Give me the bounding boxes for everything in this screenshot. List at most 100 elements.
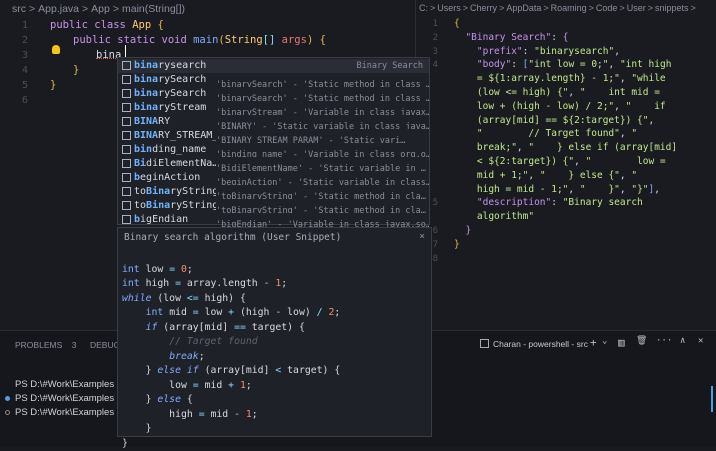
code-token: String <box>225 34 263 46</box>
snippet-line: // Target found <box>118 335 431 350</box>
code-token <box>122 336 169 347</box>
code-line: public static void main(String[] args) { <box>73 33 326 48</box>
new-terminal-button[interactable]: + <box>590 336 597 349</box>
suggestion-label: binaryStream <box>134 101 216 115</box>
terminal-selector[interactable]: Charan - powershell - src <box>480 339 588 349</box>
suggestion-detail: 'toBinaryString' - 'Static method in cla… <box>216 206 426 213</box>
split-terminal-button[interactable]: ▥ <box>618 336 625 349</box>
suggestion-item[interactable]: BidiElementNa…'BidiElementName' - 'Stati… <box>118 157 429 171</box>
code-line: mid + 1;", " } else {", " <box>454 169 637 184</box>
breadcrumb-item[interactable]: Code <box>596 3 618 13</box>
breadcrumb-item[interactable]: Users <box>437 3 461 13</box>
breadcrumb-item[interactable]: main(String[]) <box>122 3 185 15</box>
code-token: - <box>264 278 276 289</box>
terminal-scrollbar[interactable] <box>711 386 713 412</box>
line-number: 1 <box>0 18 28 33</box>
code-token: "int low = 0;" <box>528 59 608 70</box>
suggestion-label: toBinaryString <box>134 185 216 199</box>
breadcrumb-item[interactable]: Roaming <box>551 3 587 13</box>
breadcrumb-item[interactable]: Cherry <box>470 3 497 13</box>
suggestion-detail: 'beginAction' - 'Static variable in clas… <box>216 178 429 185</box>
suggestion-detail: 'binarySearch' - 'Static method in class… <box>216 94 429 101</box>
suggestion-item[interactable]: binarysearchBinary Search <box>118 59 429 73</box>
match-highlight: BINA <box>134 130 158 141</box>
suggestion-label: binarysearch <box>134 59 216 73</box>
line-number: 3 <box>0 48 28 63</box>
code-token: { <box>563 32 569 43</box>
code-token: : <box>511 59 522 70</box>
code-token: , <box>620 73 631 84</box>
code-line: = ${1:array.length} - 1;", "while <box>454 72 666 87</box>
more-actions-button[interactable]: ··· <box>656 336 672 346</box>
right-editor[interactable]: C:>Users>Cherry>AppData>Roaming>Code>Use… <box>415 0 716 330</box>
code-token: public static void <box>73 34 193 46</box>
suggestion-item[interactable]: beginAction'beginAction' - 'Static varia… <box>118 171 429 185</box>
suggestion-label: binarySearch <box>134 73 216 87</box>
code-token: { <box>454 18 460 29</box>
code-token: : <box>523 46 534 57</box>
code-token: algorithm" <box>454 211 534 222</box>
suggestion-item[interactable]: bigEndian'bigEndian' - 'Variable in clas… <box>118 213 429 227</box>
match-highlight: bin <box>134 144 152 155</box>
maximize-panel-button[interactable]: ∧ <box>680 336 685 346</box>
code-token <box>454 32 465 43</box>
code-line: } <box>50 78 56 93</box>
lightbulb-icon[interactable] <box>52 45 60 54</box>
snippet-icon <box>122 201 131 210</box>
suggestion-label: binding_name <box>134 143 216 157</box>
suggestion-item[interactable]: BINARY_STREAM_PA…'BINARY_STREAM_PARAM' -… <box>118 129 429 143</box>
breadcrumb-item[interactable]: src <box>12 3 26 15</box>
code-token: , <box>568 87 579 98</box>
code-line: "description": "Binary search <box>454 196 643 211</box>
code-token: "}" <box>631 184 648 195</box>
breadcrumb-item[interactable]: App.java <box>38 3 79 15</box>
tab-problems[interactable]: PROBLEMS 3 <box>15 340 76 350</box>
suggestion-details: Binary search algorithm (User Snippet) ×… <box>117 227 432 437</box>
code-line: "prefix": "binarysearch", <box>454 45 620 60</box>
match-highlight: b <box>134 214 140 225</box>
snippet-line: low = mid + 1; <box>118 379 431 394</box>
breadcrumb-item[interactable]: User <box>627 3 646 13</box>
suggestion-item[interactable]: binding_name'binding_name' - 'Variable i… <box>118 143 429 157</box>
code-token: { <box>157 19 163 31</box>
breadcrumb-item[interactable]: App <box>91 3 110 15</box>
close-icon[interactable]: × <box>419 231 425 242</box>
suggestion-item[interactable]: binaryStream'binaryStream' - 'Variable i… <box>118 101 429 115</box>
kill-terminal-button[interactable]: 🗑 <box>636 336 647 346</box>
match-highlight: bina <box>134 74 158 85</box>
suggestion-detail: 'BINARY' - 'Static variable in class jav… <box>216 122 429 129</box>
breadcrumb-item[interactable]: C: <box>419 3 428 13</box>
code-token: while <box>122 293 157 304</box>
breadcrumb-item[interactable]: snippets <box>655 3 689 13</box>
breadcrumb: C:>Users>Cherry>AppData>Roaming>Code>Use… <box>416 0 716 18</box>
code-token: , <box>608 59 619 70</box>
snippet-icon <box>122 131 131 140</box>
breadcrumb-separator: > <box>589 3 594 13</box>
terminal-dropdown-button[interactable]: ⌄ <box>602 336 607 346</box>
suggestion-item[interactable]: binarySearch'binarySearch' - 'Static met… <box>118 87 429 101</box>
code-token: , <box>620 170 631 181</box>
code-token: / <box>317 307 329 318</box>
tab-debug[interactable]: DEBUG <box>90 340 120 350</box>
suggestion-item[interactable]: binarySearch'binarySearch' - 'Static met… <box>118 73 429 87</box>
match-highlight: bina <box>134 88 158 99</box>
code-token: if <box>146 322 164 333</box>
code-token: ; <box>187 264 193 275</box>
code-token: = ${1:array.length} - 1;" <box>454 73 620 84</box>
close-panel-button[interactable]: ✕ <box>698 336 703 346</box>
snippet-icon <box>122 89 131 98</box>
suggestion-widget[interactable]: binarysearchBinary SearchbinarySearch'bi… <box>117 57 430 225</box>
breadcrumb-item[interactable]: AppData <box>506 3 541 13</box>
code-token: high = mid - 1;" <box>454 184 568 195</box>
suggestion-item[interactable]: toBinaryString'toBinaryString' - 'Static… <box>118 199 429 213</box>
terminal-line: PS D:\#Work\Examples <box>15 379 114 390</box>
code-token: public class <box>50 19 132 31</box>
code-token: , <box>620 184 631 195</box>
code-line: algorithm" <box>454 210 534 225</box>
code-token: "body" <box>477 59 511 70</box>
code-line: public class App { <box>50 18 164 33</box>
suggestion-item[interactable]: toBinaryString'toBinaryString' - 'Static… <box>118 185 429 199</box>
code-token: mid <box>210 409 234 420</box>
code-line: " // Target found", " <box>454 127 637 142</box>
suggestion-item[interactable]: BINARY'BINARY' - 'Static variable in cla… <box>118 115 429 129</box>
